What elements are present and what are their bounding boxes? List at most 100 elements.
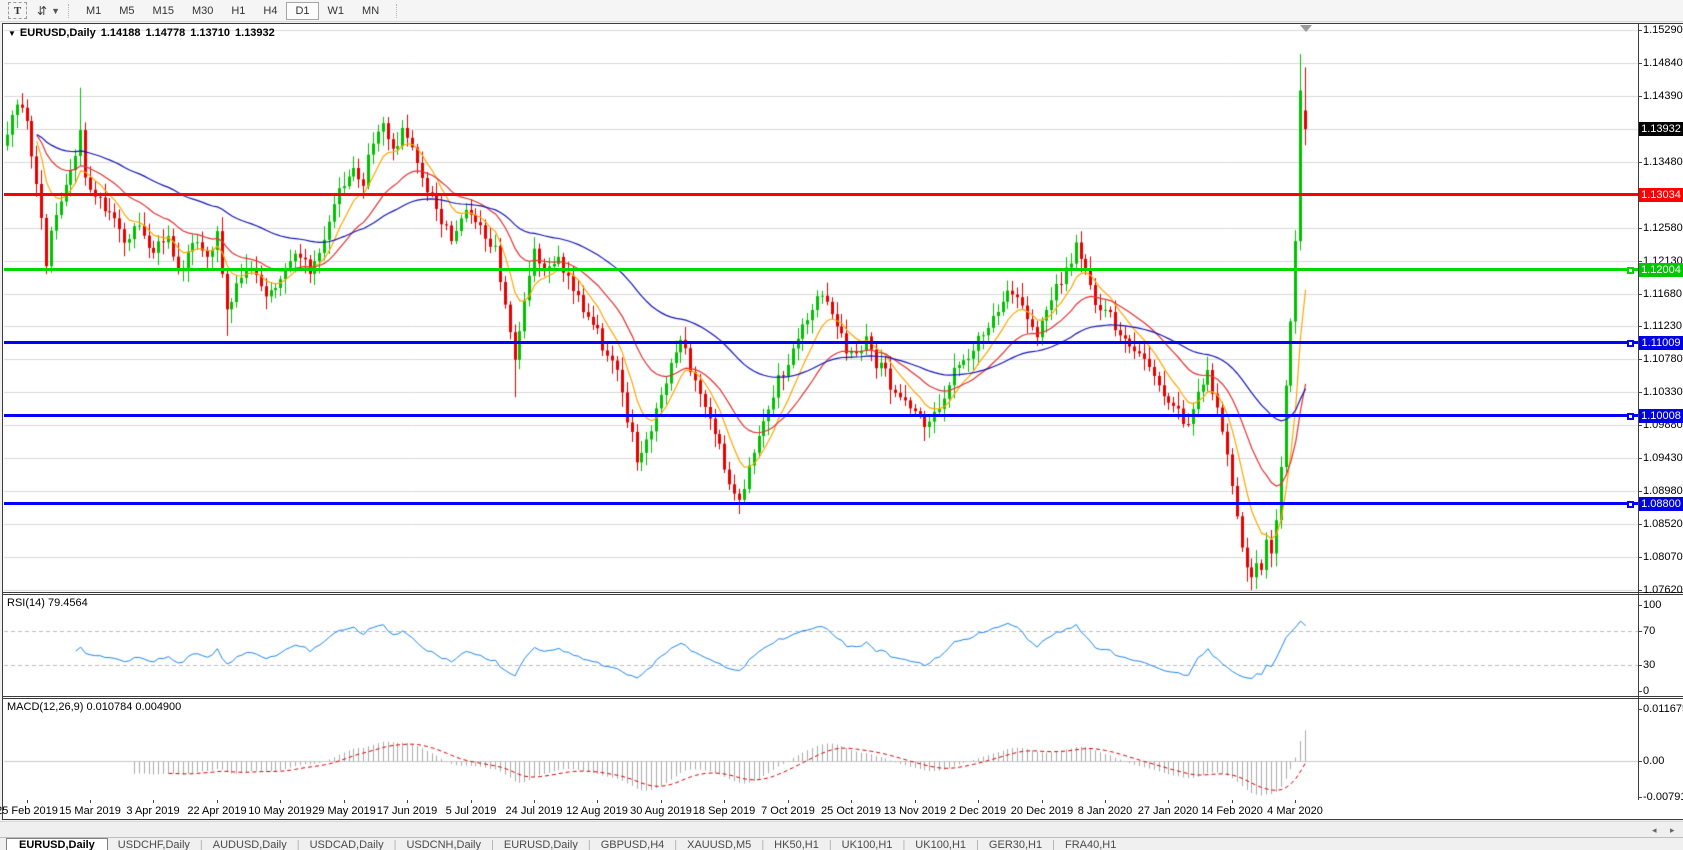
rsi-indicator-canvas[interactable] (4, 595, 1638, 696)
price-axis-label: 1.08070 (1643, 551, 1683, 563)
date-tick (1232, 800, 1233, 803)
price-axis-tick (1638, 63, 1642, 64)
timeframe-button-m1[interactable]: M1 (77, 2, 110, 20)
macd-indicator-canvas[interactable] (4, 699, 1638, 799)
date-axis-label: 18 Sep 2019 (693, 805, 755, 817)
toolbar-grip (396, 4, 397, 18)
price-axis-label: 1.14390 (1643, 90, 1683, 102)
date-tick (788, 800, 789, 803)
price-axis-tick (1638, 458, 1642, 459)
scroll-left-icon[interactable]: ◂ (1652, 825, 1657, 836)
date-tick (661, 800, 662, 803)
level-1.13034-badge: 1.13034 (1639, 188, 1683, 202)
price-axis-label: 1.13480 (1643, 156, 1683, 168)
date-axis-label: 4 Mar 2020 (1267, 805, 1323, 817)
date-tick (1295, 800, 1296, 803)
price-axis-tick (1638, 392, 1642, 393)
macd-label: MACD(12,26,9) 0.010784 0.004900 (7, 701, 181, 713)
main-rsi-divider[interactable] (2, 592, 1683, 593)
level-1.08800-badge: 1.08800 (1639, 497, 1683, 511)
timeframe-button-m5[interactable]: M5 (110, 2, 143, 20)
level-1.08800-handle[interactable] (1627, 501, 1634, 508)
macd-axis-tick (1638, 797, 1642, 798)
price-axis-label: 1.07620 (1643, 584, 1683, 596)
level-1.11009-badge: 1.11009 (1639, 336, 1683, 350)
price-axis-tick (1638, 261, 1642, 262)
timeframe-button-h4[interactable]: H4 (254, 2, 286, 20)
tab-audusd-daily[interactable]: AUDUSD,Daily (203, 839, 297, 850)
tab-gbpusd-h4[interactable]: GBPUSD,H4 (591, 839, 675, 850)
tab-xauusd-m5[interactable]: XAUUSD,M5 (677, 839, 761, 850)
rsi-axis-label: 100 (1643, 599, 1661, 611)
timeframe-button-m15[interactable]: M15 (144, 2, 183, 20)
level-1.12004-badge: 1.12004 (1639, 263, 1683, 277)
arrows-icon[interactable]: ⇵ (37, 4, 47, 18)
rsi-axis-label: 0 (1643, 685, 1649, 697)
timeframe-button-mn[interactable]: MN (353, 2, 388, 20)
ohlc-low: 1.13710 (190, 27, 230, 39)
price-axis-label: 1.15290 (1643, 24, 1683, 36)
date-tick (90, 800, 91, 803)
price-axis-tick (1638, 228, 1642, 229)
rsi-axis-tick (1638, 605, 1642, 606)
date-tick (597, 800, 598, 803)
chart-frame-bottom (2, 819, 1683, 820)
tab-fra40-h1[interactable]: FRA40,H1 (1055, 839, 1126, 850)
macd-axis-label: -0.007915 (1643, 791, 1683, 803)
price-axis-tick (1638, 30, 1642, 31)
toolbar-grip (68, 4, 69, 18)
date-tick (1168, 800, 1169, 803)
level-1.10008-line[interactable] (4, 414, 1638, 417)
level-1.12004-line[interactable] (4, 268, 1638, 271)
tab-uk100-h1[interactable]: UK100,H1 (905, 839, 976, 850)
chevron-down-icon[interactable]: ▼ (51, 6, 60, 16)
symbol-dropdown-icon[interactable]: ▼ (8, 29, 16, 38)
date-axis-label: 25 Feb 2019 (0, 805, 58, 817)
timeframe-button-m30[interactable]: M30 (183, 2, 222, 20)
tab-ger30-h1[interactable]: GER30,H1 (979, 839, 1052, 850)
date-tick (471, 800, 472, 803)
date-axis-label: 12 Aug 2019 (566, 805, 628, 817)
tab-usdcad-daily[interactable]: USDCAD,Daily (300, 839, 394, 850)
tab-eurusd-daily[interactable]: EURUSD,Daily (494, 839, 588, 850)
date-axis-label: 8 Jan 2020 (1078, 805, 1132, 817)
timeframe-button-w1[interactable]: W1 (319, 2, 354, 20)
date-tick (534, 800, 535, 803)
level-1.12004-handle[interactable] (1627, 267, 1634, 274)
rsi-axis-tick (1638, 631, 1642, 632)
chart-shift-marker-icon[interactable] (1300, 25, 1312, 32)
tab-usdcnh-daily[interactable]: USDCNH,Daily (396, 839, 491, 850)
timeframe-button-d1[interactable]: D1 (286, 2, 318, 20)
level-1.11009-line[interactable] (4, 341, 1638, 344)
scroll-right-icon[interactable]: ▸ (1670, 825, 1675, 836)
date-axis-label: 25 Oct 2019 (821, 805, 881, 817)
date-tick (724, 800, 725, 803)
horizontal-scrollbar[interactable]: ◂ ▸ (0, 821, 1683, 838)
level-1.08800-line[interactable] (4, 502, 1638, 505)
rsi-macd-divider[interactable] (2, 696, 1683, 697)
tab-uk100-h1[interactable]: UK100,H1 (832, 839, 903, 850)
tab-usdchf-daily[interactable]: USDCHF,Daily (108, 839, 200, 850)
timeframe-button-h1[interactable]: H1 (222, 2, 254, 20)
main-price-chart-canvas[interactable] (4, 24, 1638, 592)
text-label-tool-icon[interactable]: T (8, 2, 27, 19)
date-axis-label: 15 Mar 2019 (59, 805, 121, 817)
level-1.10008-badge: 1.10008 (1639, 409, 1683, 423)
price-axis-label: 1.12580 (1643, 222, 1683, 234)
level-1.10008-handle[interactable] (1627, 413, 1634, 420)
date-axis-label: 20 Dec 2019 (1011, 805, 1073, 817)
rsi-axis-tick (1638, 665, 1642, 666)
date-tick (1105, 800, 1106, 803)
date-tick (27, 800, 28, 803)
price-axis-label: 1.14840 (1643, 57, 1683, 69)
tab-eurusd-daily[interactable]: EURUSD,Daily (6, 838, 108, 850)
date-axis-label: 27 Jan 2020 (1138, 805, 1199, 817)
price-axis-label: 1.09430 (1643, 452, 1683, 464)
level-1.11009-handle[interactable] (1627, 340, 1634, 347)
date-axis-label: 14 Feb 2020 (1201, 805, 1263, 817)
tab-hk50-h1[interactable]: HK50,H1 (764, 839, 829, 850)
current-price-badge: 1.13932 (1639, 122, 1683, 136)
level-1.13034-line[interactable] (4, 193, 1638, 196)
price-axis-tick (1638, 590, 1642, 591)
ohlc-close: 1.13932 (235, 27, 275, 39)
